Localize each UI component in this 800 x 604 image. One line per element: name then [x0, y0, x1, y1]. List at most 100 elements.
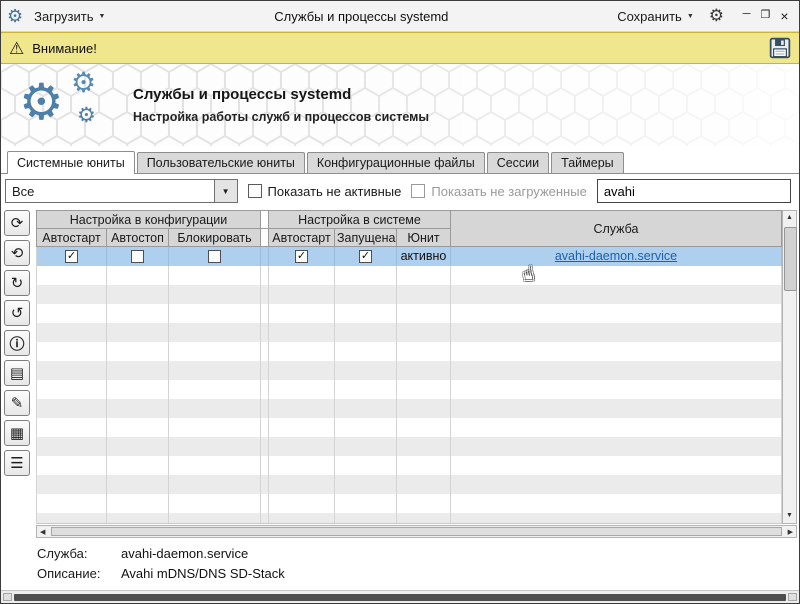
app-gear-icon: ⚙ [7, 6, 24, 26]
autostop-checkbox[interactable] [131, 250, 144, 264]
description-value: Avahi mDNS/DNS SD-Stack [121, 566, 285, 581]
table-row-empty [36, 512, 782, 523]
column-header-unit[interactable]: Юнит [396, 228, 451, 247]
bottom-scrollbar-thumb[interactable] [14, 593, 786, 601]
chevron-down-icon: ▼ [686, 12, 694, 20]
settings-gear-icon[interactable]: ⚙ [705, 6, 728, 26]
window-bottom-scrollbar[interactable] [1, 590, 799, 603]
tab-timers[interactable]: Таймеры [551, 152, 624, 173]
block-checkbox[interactable] [208, 250, 221, 264]
app-header: ⚙ ⚙ ⚙ Службы и процессы systemd Настройк… [1, 64, 799, 146]
column-spacer [260, 210, 269, 229]
column-header-block[interactable]: Блокировать [168, 228, 261, 247]
scroll-down-icon[interactable]: ▼ [786, 509, 793, 523]
warning-text: Внимание! [32, 40, 97, 56]
service-link[interactable]: avahi-daemon.service [555, 249, 677, 263]
tab-user-units[interactable]: Пользовательские юниты [136, 152, 305, 173]
table-row-empty [36, 284, 782, 304]
group-header-system: Настройка в системе [268, 210, 451, 229]
save-button-label: Сохранить [617, 8, 682, 24]
group-header-row: Настройка в конфигурации Настройка в сис… [36, 210, 782, 247]
stop-button[interactable]: ↺ [4, 300, 30, 326]
column-header-service[interactable]: Служба [450, 210, 782, 247]
scroll-left-icon[interactable]: ◀ [40, 528, 45, 536]
autostart-system-checkbox[interactable]: ✓ [295, 250, 308, 264]
table-wrap: Настройка в конфигурации Настройка в сис… [36, 210, 797, 538]
unit-file-button[interactable]: ▤ [4, 360, 30, 386]
warning-icon: ⚠ [9, 38, 25, 58]
column-spacer [260, 246, 269, 266]
vertical-scrollbar-thumb[interactable] [784, 227, 797, 291]
close-button[interactable]: × [776, 8, 793, 24]
table-row-empty [36, 493, 782, 513]
gear-icon: ⚙ [77, 104, 96, 127]
autostart-config-checkbox[interactable]: ✓ [65, 250, 78, 264]
group-header-config: Настройка в конфигурации [36, 210, 261, 229]
unit-filter-select[interactable]: Все ▼ [5, 179, 238, 203]
tab-config-files[interactable]: Конфигурационные файлы [306, 152, 485, 173]
table-row-empty [36, 455, 782, 475]
filter-bar: Все ▼ Показать не активные Показать не з… [1, 174, 799, 208]
unit-filter-value: Все [12, 183, 35, 199]
load-button-label: Загрузить [34, 8, 94, 24]
vertical-scrollbar[interactable]: ▲ ▼ [782, 210, 797, 524]
checkbox-icon[interactable] [247, 184, 262, 198]
chevron-down-icon[interactable]: ▼ [213, 180, 237, 202]
table-row-empty [36, 436, 782, 456]
main-area: ⟳ ⟲ ↻ ↺ ⓘ ▤ ✎ ▦ ☰ Настройка в конфигурац… [1, 208, 799, 538]
refresh-button[interactable]: ⟳ [4, 210, 30, 236]
table-row-empty [36, 360, 782, 380]
start-button[interactable]: ↻ [4, 270, 30, 296]
warning-bar: ⚠ Внимание! [1, 32, 799, 64]
table-row-empty [36, 303, 782, 323]
search-input[interactable] [596, 179, 791, 203]
load-button[interactable]: Загрузить ▼ [29, 7, 110, 26]
column-header-running[interactable]: Запущена [334, 228, 397, 247]
maximize-button[interactable]: ❐ [757, 8, 774, 21]
gear-icon: ⚙ [19, 74, 64, 130]
running-checkbox[interactable]: ✓ [359, 250, 372, 264]
gear-icon: ⚙ [71, 67, 97, 98]
checkbox-icon [411, 184, 426, 198]
units-table: Настройка в конфигурации Настройка в сис… [36, 210, 782, 523]
table-row-empty [36, 341, 782, 361]
page-title: Службы и процессы systemd [133, 86, 352, 103]
service-value: avahi-daemon.service [121, 546, 249, 561]
page-subtitle: Настройка работы служб и процессов систе… [133, 110, 430, 124]
list-button[interactable]: ☰ [4, 450, 30, 476]
scroll-right-icon[interactable]: ▶ [788, 528, 793, 536]
show-inactive-checkbox[interactable]: Показать не активные [247, 184, 401, 199]
show-unloaded-checkbox: Показать не загруженные [411, 183, 587, 199]
save-button[interactable]: Сохранить ▼ [612, 7, 699, 26]
column-header-autostart-config[interactable]: Автостарт [36, 228, 107, 247]
tab-system-units[interactable]: Системные юниты [7, 151, 135, 174]
tab-sessions[interactable]: Сессии [486, 152, 550, 173]
column-header-autostart-system[interactable]: Автостарт [268, 228, 335, 247]
journal-button[interactable]: ▦ [4, 420, 30, 446]
show-unloaded-label: Показать не загруженные [431, 183, 587, 199]
app-logo-gears-icon: ⚙ ⚙ ⚙ [19, 69, 115, 141]
scroll-right-button[interactable] [788, 593, 797, 601]
table-row-empty [36, 474, 782, 494]
table-row-empty [36, 265, 782, 285]
horizontal-scrollbar[interactable]: ◀ ▶ [36, 525, 797, 538]
info-button[interactable]: ⓘ [4, 330, 30, 356]
edit-unit-button[interactable]: ✎ [4, 390, 30, 416]
table-row-avahi[interactable]: ✓ ✓ ✓ активно avahi-daemon.service [36, 246, 782, 266]
tab-bar: Системные юниты Пользовательские юниты К… [1, 146, 799, 174]
unit-state: активно [396, 246, 451, 266]
service-label: Служба: [37, 546, 88, 561]
minimize-button[interactable]: ─ [738, 8, 755, 20]
scroll-up-icon[interactable]: ▲ [786, 211, 793, 225]
horizontal-scrollbar-thumb[interactable] [51, 527, 782, 536]
restart-button[interactable]: ⟲ [4, 240, 30, 266]
table-row-empty [36, 417, 782, 437]
scroll-left-button[interactable] [3, 593, 12, 601]
column-spacer [260, 228, 269, 247]
titlebar: ⚙ Загрузить ▼ Службы и процессы systemd … [1, 1, 799, 32]
save-file-icon[interactable] [769, 37, 791, 59]
table-row-empty [36, 322, 782, 342]
window-controls: ─ ❐ × [738, 8, 793, 24]
column-header-autostop[interactable]: Автостоп [106, 228, 169, 247]
app-window: ⚙ Загрузить ▼ Службы и процессы systemd … [0, 0, 800, 604]
